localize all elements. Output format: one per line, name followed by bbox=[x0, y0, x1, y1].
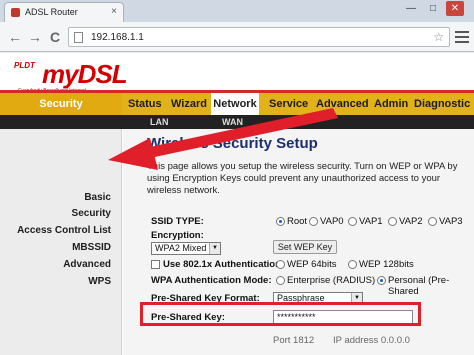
browser-window: ADSL Router × — □ ✕ ← → C 192.168.1.1 ☆ … bbox=[0, 0, 474, 355]
annotation-arrow bbox=[108, 108, 338, 170]
